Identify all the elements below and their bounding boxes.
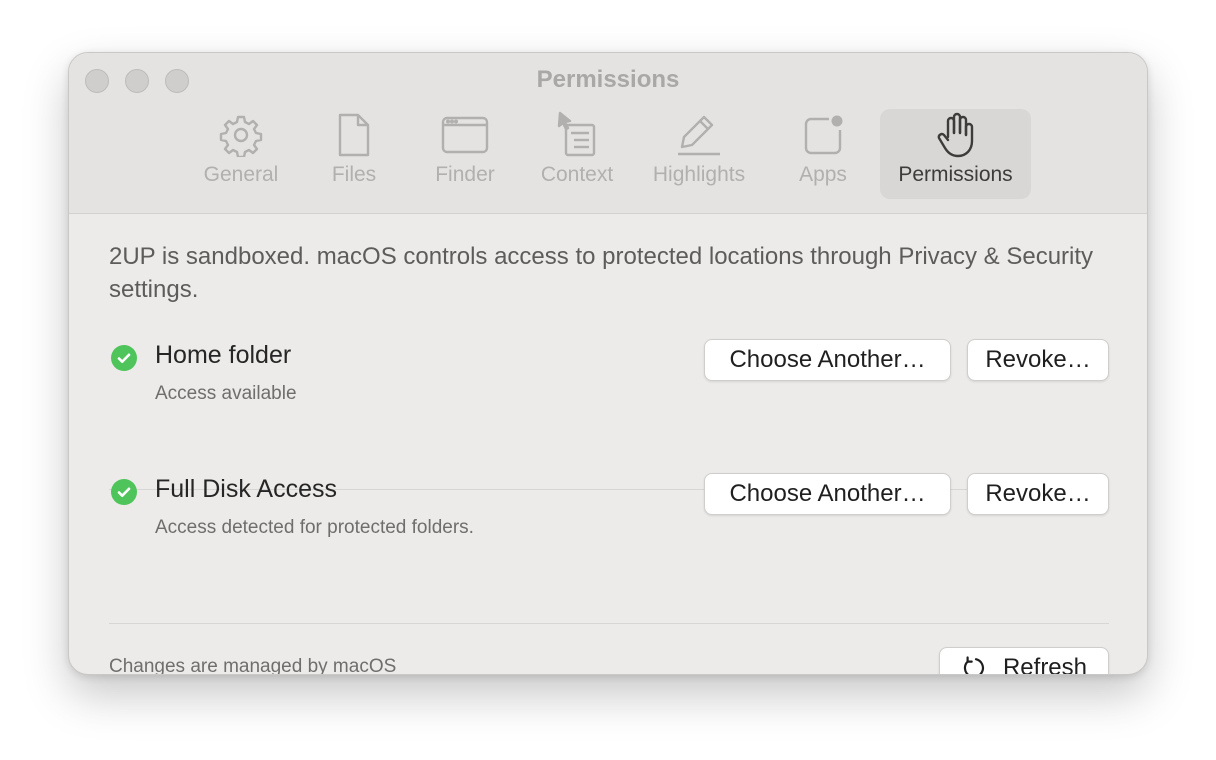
refresh-label: Refresh: [1002, 654, 1088, 675]
context-menu-icon: [554, 109, 600, 161]
tab-finder[interactable]: Finder: [421, 109, 509, 199]
preference-tabs: General Files Finder Context Highlights …: [69, 109, 1147, 199]
tab-general-label: General: [203, 163, 279, 186]
hand-icon: [936, 109, 976, 161]
revoke-button[interactable]: Revoke…: [967, 473, 1109, 515]
toolbar: Permissions General Files Finder Context…: [69, 53, 1147, 214]
tab-general[interactable]: General: [191, 109, 291, 199]
tab-permissions[interactable]: Permissions: [880, 109, 1031, 199]
permission-title: Full Disk Access: [155, 475, 337, 503]
checkmark-icon: [111, 345, 137, 371]
preferences-window: Permissions General Files Finder Context…: [68, 52, 1148, 675]
choose-another-button[interactable]: Choose Another…: [704, 339, 951, 381]
divider: [109, 623, 1109, 624]
revoke-button[interactable]: Revoke…: [967, 339, 1109, 381]
checkmark-icon: [111, 479, 137, 505]
permission-row-home-folder: Home folder Access available Choose Anot…: [109, 339, 1109, 441]
pencil-icon: [676, 109, 722, 161]
permission-title: Home folder: [155, 341, 292, 369]
tab-apps[interactable]: Apps: [783, 109, 863, 199]
window-icon: [440, 109, 490, 161]
tab-highlights[interactable]: Highlights: [643, 109, 755, 199]
tab-permissions-label: Permissions: [898, 163, 1013, 186]
tab-highlights-label: Highlights: [652, 163, 746, 186]
tab-files-label: Files: [331, 163, 377, 186]
app-badge-icon: [801, 109, 845, 161]
permission-row-full-disk-access: Full Disk Access Access detected for pro…: [109, 473, 1109, 575]
tab-context[interactable]: Context: [531, 109, 623, 199]
tab-apps-label: Apps: [799, 163, 847, 186]
document-icon: [334, 109, 374, 161]
gear-icon: [219, 109, 263, 161]
choose-another-button[interactable]: Choose Another…: [704, 473, 951, 515]
permission-status: Access available: [155, 383, 297, 404]
refresh-button[interactable]: Refresh: [939, 647, 1109, 675]
tab-context-label: Context: [540, 163, 614, 186]
permission-status: Access detected for protected folders.: [155, 517, 474, 538]
refresh-icon: [963, 656, 985, 674]
tab-files[interactable]: Files: [314, 109, 394, 199]
intro-text: 2UP is sandboxed. macOS controls access …: [109, 243, 1094, 303]
footer-text: Changes are managed by macOS: [109, 656, 397, 675]
tab-finder-label: Finder: [435, 163, 495, 186]
window-title: Permissions: [536, 66, 680, 93]
